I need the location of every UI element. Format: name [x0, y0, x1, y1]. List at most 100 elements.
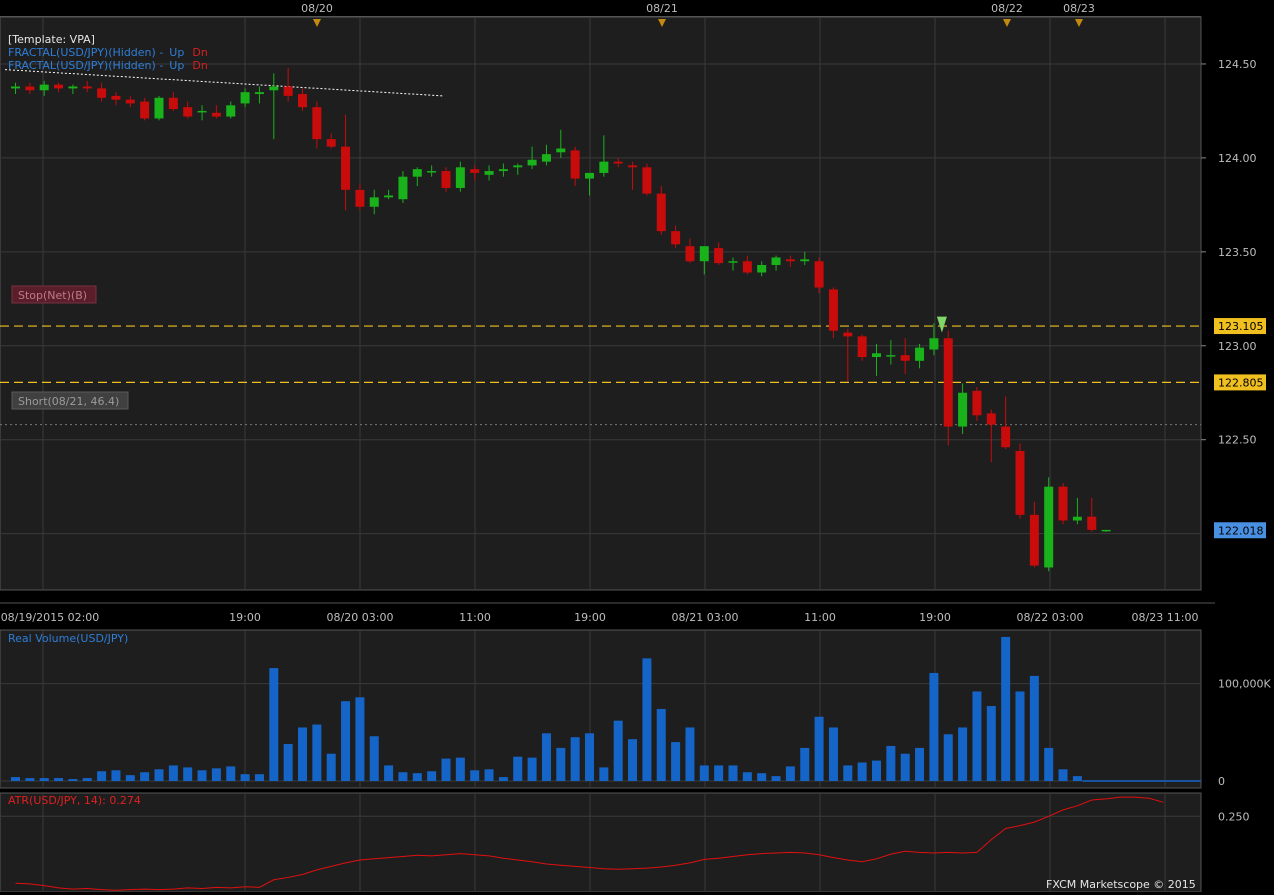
volume-bar	[728, 765, 738, 781]
candle-body	[254, 92, 264, 95]
candle-body	[183, 107, 193, 117]
candle-body	[642, 167, 652, 194]
candle-body	[384, 195, 394, 198]
volume-bar	[843, 765, 853, 781]
candle-body	[1044, 486, 1054, 568]
volume-bar	[929, 672, 939, 781]
fractal-legend-1-name: FRACTAL(USD/JPY)(Hidden) -	[8, 46, 163, 59]
candle-body	[1029, 514, 1039, 566]
template-label: [Template: VPA]	[8, 33, 95, 46]
volume-bar	[427, 771, 437, 781]
candle-body	[972, 390, 982, 416]
short-position-label[interactable]: Short(08/21, 46.4)	[18, 395, 119, 408]
candle-body	[986, 413, 996, 425]
volume-bar	[197, 770, 207, 781]
fractal-legend-1: FRACTAL(USD/JPY)(Hidden) - Up Dn	[8, 46, 208, 59]
volume-bar	[986, 706, 996, 781]
volume-bar	[671, 742, 681, 781]
volume-bar	[384, 765, 394, 781]
volume-bar	[498, 777, 508, 781]
volume-bar	[226, 766, 236, 781]
volume-bar	[814, 716, 824, 781]
volume-bar	[441, 758, 451, 781]
candle-body	[857, 336, 867, 358]
candle-body	[699, 246, 709, 262]
volume-title: Real Volume(USD/JPY)	[8, 632, 128, 645]
volume-bar	[1001, 636, 1011, 781]
fxcm-watermark: FXCM Marketscope © 2015	[1046, 878, 1196, 891]
candle-body	[455, 167, 465, 188]
candle-body	[1072, 516, 1082, 521]
candle-body	[312, 107, 322, 140]
candle-body	[757, 264, 767, 273]
volume-bar	[11, 777, 20, 781]
volume-bar	[613, 720, 623, 781]
volume-bar	[527, 757, 537, 781]
time-axis-label: 11:00	[804, 611, 836, 624]
candle-body	[915, 347, 925, 361]
candle-body	[943, 338, 953, 427]
volume-bar	[1015, 691, 1025, 781]
volume-bar	[484, 769, 494, 781]
last-price-text: 122.018	[1218, 524, 1264, 537]
time-axis-label: 11:00	[459, 611, 491, 624]
volume-bar	[699, 765, 709, 781]
candle-body	[628, 165, 638, 168]
fractal-legend-2-name: FRACTAL(USD/JPY)(Hidden) -	[8, 59, 163, 72]
volume-bar	[355, 697, 365, 781]
candle-body	[1087, 516, 1097, 530]
time-axis-label: 19:00	[574, 611, 606, 624]
candle-body	[656, 193, 666, 232]
volume-bar	[828, 727, 838, 781]
atr-panel[interactable]	[0, 792, 1202, 893]
candle-body	[599, 161, 609, 173]
volume-bar	[714, 765, 724, 781]
volume-bar	[972, 691, 982, 781]
candle-body	[585, 172, 594, 179]
candle-body	[886, 355, 896, 357]
volume-bar	[283, 744, 293, 781]
candle-body	[498, 169, 508, 172]
volume-bar	[900, 753, 910, 781]
volume-bar	[211, 768, 221, 781]
time-axis-label: 08/23 11:00	[1132, 611, 1199, 624]
volume-bar	[470, 770, 480, 781]
volume-bar	[398, 772, 408, 781]
stop-order-label[interactable]: Stop(Net)(B)	[18, 289, 87, 302]
volume-bar	[771, 776, 781, 781]
candle-body	[54, 84, 64, 89]
candle-body	[872, 353, 881, 358]
volume-bar	[1044, 747, 1054, 781]
volume-bar	[585, 733, 594, 781]
volume-bar	[541, 733, 551, 781]
atr-tick-label: 0.250	[1218, 810, 1250, 823]
time-axis-label: 08/22 03:00	[1017, 611, 1084, 624]
volume-bar	[958, 727, 968, 781]
candle-body	[484, 171, 494, 175]
volume-bar	[54, 778, 64, 781]
volume-bar	[1058, 769, 1068, 781]
time-axis-label: 19:00	[919, 611, 951, 624]
order-level-badge-text: 123.105	[1218, 320, 1264, 333]
candle-body	[441, 171, 451, 188]
candle-body	[326, 139, 336, 147]
volume-bar	[570, 737, 580, 781]
volume-tick-label: 0	[1218, 775, 1225, 788]
volume-bar	[872, 760, 881, 781]
volume-bar	[685, 727, 695, 781]
candle-body	[742, 261, 752, 273]
time-axis-label: 08/19/2015 02:00	[1, 611, 100, 624]
candle-body	[527, 159, 537, 166]
top-date-label: 08/23	[1063, 2, 1095, 15]
volume-bar	[1029, 675, 1039, 781]
volume-bar	[82, 778, 92, 781]
top-date-label: 08/22	[991, 2, 1023, 15]
candle-body	[140, 101, 150, 119]
volume-bar	[628, 739, 638, 781]
volume-bar	[513, 756, 523, 781]
volume-bar	[886, 745, 896, 781]
chart-svg: 08/20 08/21 08/22 08/23 08/19/2015 02:00 19:…	[0, 0, 1274, 893]
top-date-label: 08/20	[301, 2, 333, 15]
volume-bar	[556, 747, 566, 781]
candle-body	[283, 86, 293, 96]
